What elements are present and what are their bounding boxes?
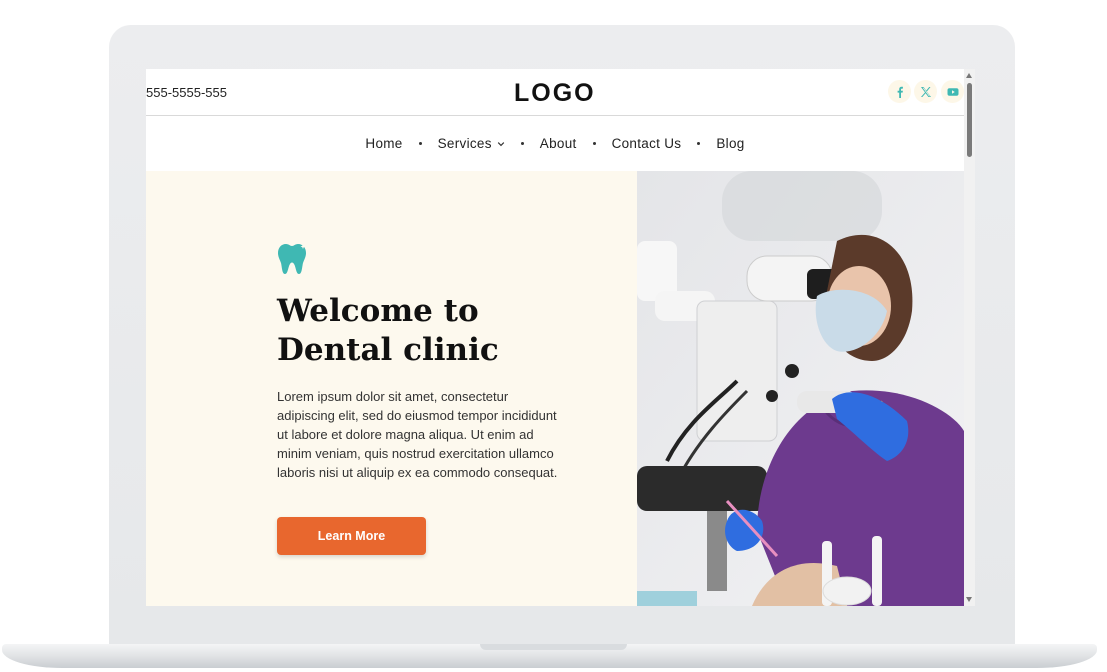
scroll-up-arrow[interactable] bbox=[966, 73, 972, 78]
top-bar: 555-5555-555 LOGO bbox=[146, 69, 964, 116]
laptop-notch bbox=[480, 644, 627, 650]
tooth-icon bbox=[278, 244, 306, 274]
browser-viewport: 555-5555-555 LOGO Home Services About Co… bbox=[146, 69, 975, 606]
nav-separator bbox=[520, 142, 524, 145]
hero-title: Welcome to Dental clinic bbox=[277, 293, 499, 368]
page-scrollbar[interactable] bbox=[964, 69, 975, 606]
nav-contact-us[interactable]: Contact Us bbox=[612, 136, 682, 151]
nav-separator bbox=[592, 142, 596, 145]
nav-home[interactable]: Home bbox=[365, 136, 402, 151]
main-nav: Home Services About Contact Us Blog bbox=[146, 117, 964, 170]
phone-number[interactable]: 555-5555-555 bbox=[146, 85, 227, 100]
hero-section: Welcome to Dental clinic Lorem ipsum dol… bbox=[146, 171, 637, 606]
scrollbar-thumb[interactable] bbox=[967, 83, 972, 157]
chevron-down-icon bbox=[497, 141, 505, 146]
nav-separator bbox=[418, 142, 422, 145]
dentist-photo bbox=[637, 171, 964, 606]
nav-blog[interactable]: Blog bbox=[716, 136, 744, 151]
learn-more-button[interactable]: Learn More bbox=[277, 517, 426, 555]
nav-about[interactable]: About bbox=[540, 136, 577, 151]
hero-description: Lorem ipsum dolor sit amet, consectetur … bbox=[277, 389, 558, 480]
facebook-icon[interactable] bbox=[888, 80, 911, 103]
nav-services[interactable]: Services bbox=[438, 136, 505, 151]
x-icon[interactable] bbox=[914, 80, 937, 103]
youtube-icon[interactable] bbox=[941, 80, 964, 103]
logo[interactable]: LOGO bbox=[514, 79, 596, 108]
scroll-down-arrow[interactable] bbox=[966, 597, 972, 602]
nav-separator bbox=[697, 142, 701, 145]
